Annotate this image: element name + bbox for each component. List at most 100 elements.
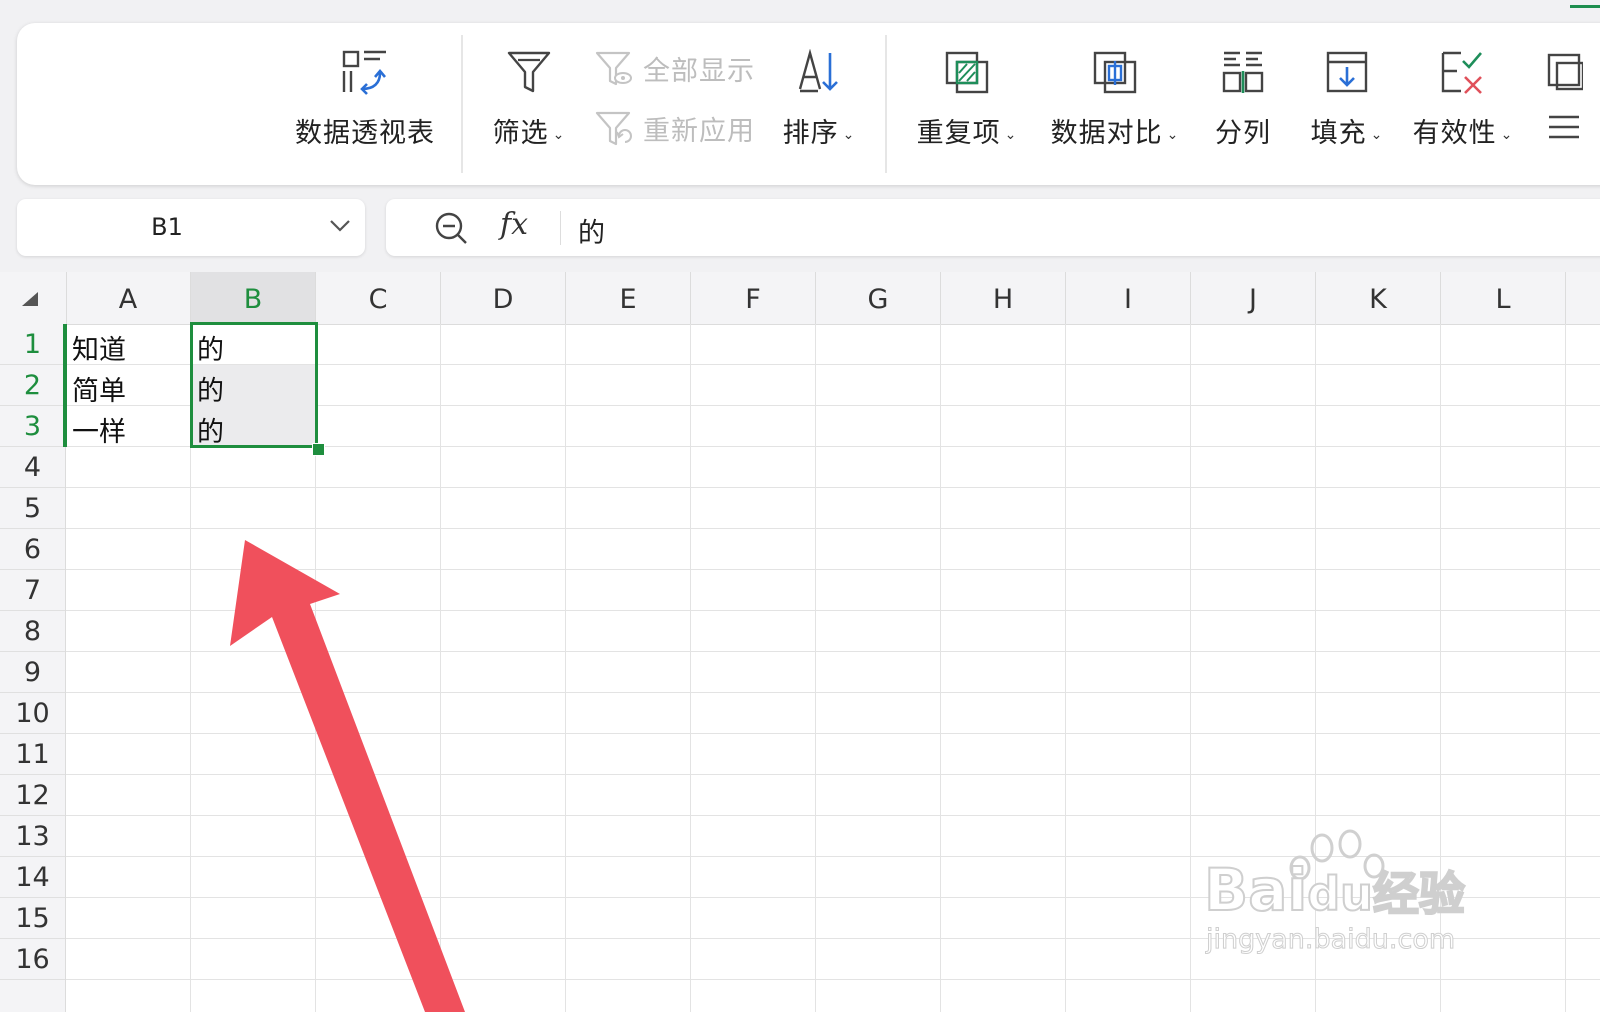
chevron-down-icon: ⌄	[1370, 126, 1384, 143]
row-header-10[interactable]: 10	[0, 693, 65, 734]
ribbon-divider	[885, 35, 887, 173]
list-icon	[1549, 115, 1579, 139]
duplicates-button[interactable]: 重复项 ⌄	[913, 49, 1021, 150]
row-header-1[interactable]: 1	[0, 324, 67, 365]
filter-icon	[507, 51, 551, 93]
column-header-f[interactable]: F	[691, 272, 816, 324]
column-header-l[interactable]: L	[1441, 272, 1566, 324]
column-header-j[interactable]: J	[1191, 272, 1316, 324]
formula-input[interactable]: 的	[578, 211, 605, 250]
gridline-vertical	[1065, 324, 1066, 1012]
chevron-down-icon[interactable]	[329, 219, 351, 233]
gridline-vertical	[440, 324, 441, 1012]
column-header-a[interactable]: A	[66, 272, 191, 324]
watermark-url: jingyan.baidu.com	[1205, 924, 1456, 956]
duplicates-icon	[945, 51, 989, 94]
name-box[interactable]: B1	[17, 199, 365, 256]
gridline-horizontal	[66, 487, 1600, 488]
more-tool-button[interactable]	[1543, 49, 1583, 149]
row-header-6[interactable]: 6	[0, 529, 65, 570]
top-accent-line	[1570, 5, 1600, 8]
column-header-d[interactable]: D	[441, 272, 566, 324]
gridline-vertical	[690, 324, 691, 1012]
fill-down-icon	[1326, 51, 1368, 93]
fill-handle[interactable]	[312, 443, 325, 456]
ribbon-divider	[461, 35, 463, 173]
row-header-11[interactable]: 11	[0, 734, 65, 775]
gridline-horizontal	[66, 774, 1600, 775]
reapply-button[interactable]: 重新应用	[595, 109, 755, 148]
gridline-vertical	[815, 324, 816, 1012]
duplicates-label: 重复项 ⌄	[916, 118, 1018, 149]
data-compare-icon	[1093, 51, 1137, 94]
gridline-horizontal	[66, 651, 1600, 652]
gridline-horizontal	[66, 733, 1600, 734]
formula-divider	[560, 211, 561, 245]
chevron-down-icon: ⌄	[1004, 126, 1018, 143]
validity-button[interactable]: 有效性 ⌄	[1409, 49, 1517, 150]
selection-border	[190, 322, 318, 448]
show-all-button[interactable]: 全部显示	[595, 49, 755, 88]
column-header-h[interactable]: H	[941, 272, 1066, 324]
row-header-bar: 1 2 3 4 5 6 7 8 9 10 11 12 13 14 15 16	[0, 324, 67, 1012]
row-header-7[interactable]: 7	[0, 570, 65, 611]
cell-a1[interactable]: 知道	[72, 328, 126, 367]
data-compare-button[interactable]: 数据对比 ⌄	[1047, 49, 1183, 150]
more-tool-icon	[1547, 53, 1583, 91]
row-header-8[interactable]: 8	[0, 611, 65, 652]
gridline-horizontal	[66, 815, 1600, 816]
row-header-15[interactable]: 15	[0, 898, 65, 939]
cell-a2[interactable]: 简单	[72, 369, 126, 408]
split-columns-icon	[1222, 51, 1264, 93]
row-header-3[interactable]: 3	[0, 406, 67, 447]
column-header-k[interactable]: K	[1316, 272, 1441, 324]
column-header-b[interactable]: B	[191, 272, 316, 324]
filter-button[interactable]: 筛选 ⌄	[489, 49, 569, 150]
row-header-12[interactable]: 12	[0, 775, 65, 816]
row-header-13[interactable]: 13	[0, 816, 65, 857]
filter-reapply-icon	[595, 111, 632, 145]
validity-icon	[1441, 51, 1482, 94]
sort-icon	[798, 49, 838, 93]
sort-button[interactable]: 排序 ⌄	[777, 49, 861, 150]
filter-show-icon	[595, 51, 632, 85]
row-header-14[interactable]: 14	[0, 857, 65, 898]
data-compare-label: 数据对比 ⌄	[1050, 118, 1180, 149]
pivot-table-icon	[342, 50, 386, 95]
select-all-corner[interactable]	[0, 272, 67, 324]
row-selection-indicator	[63, 324, 67, 447]
column-header-e[interactable]: E	[566, 272, 691, 324]
column-header-c[interactable]: C	[316, 272, 441, 324]
validity-label: 有效性 ⌄	[1412, 118, 1514, 149]
cell-reference: B1	[151, 213, 183, 241]
column-header-g[interactable]: G	[816, 272, 941, 324]
gridline-horizontal	[66, 692, 1600, 693]
row-header-9[interactable]: 9	[0, 652, 65, 693]
select-all-icon	[22, 292, 38, 306]
chevron-down-icon: ⌄	[552, 126, 566, 143]
split-columns-button[interactable]: 分列	[1207, 49, 1279, 150]
cell-a3[interactable]: 一样	[72, 410, 126, 449]
row-header-5[interactable]: 5	[0, 488, 65, 529]
row-header-16[interactable]: 16	[0, 939, 65, 980]
fill-button[interactable]: 填充 ⌄	[1307, 49, 1387, 150]
gridline-horizontal	[66, 979, 1600, 980]
watermark-brand: Bai	[1203, 855, 1308, 925]
pivot-table-button[interactable]: 数据透视表	[295, 49, 435, 150]
row-header-4[interactable]: 4	[0, 447, 65, 488]
gridline-vertical	[940, 324, 941, 1012]
gridline-vertical	[1565, 324, 1566, 1012]
function-button[interactable]: fx	[500, 207, 528, 242]
zoom-out-icon[interactable]	[434, 211, 468, 245]
split-columns-label: 分列	[1215, 118, 1271, 149]
gridline-horizontal	[66, 569, 1600, 570]
chevron-down-icon: ⌄	[842, 126, 856, 143]
chevron-down-icon: ⌄	[1500, 126, 1514, 143]
row-header-2[interactable]: 2	[0, 365, 67, 406]
column-header-bar: ABCDEFGHIJKL	[0, 272, 1600, 325]
pivot-table-label: 数据透视表	[295, 118, 435, 149]
filter-label: 筛选 ⌄	[492, 118, 566, 149]
data-ribbon: 数据透视表 筛选 ⌄ 全部显示 重新应用 排序 ⌄ 重复项 ⌄ 数据对比 ⌄ 分…	[17, 23, 1600, 185]
chevron-down-icon: ⌄	[1166, 126, 1180, 143]
column-header-i[interactable]: I	[1066, 272, 1191, 324]
